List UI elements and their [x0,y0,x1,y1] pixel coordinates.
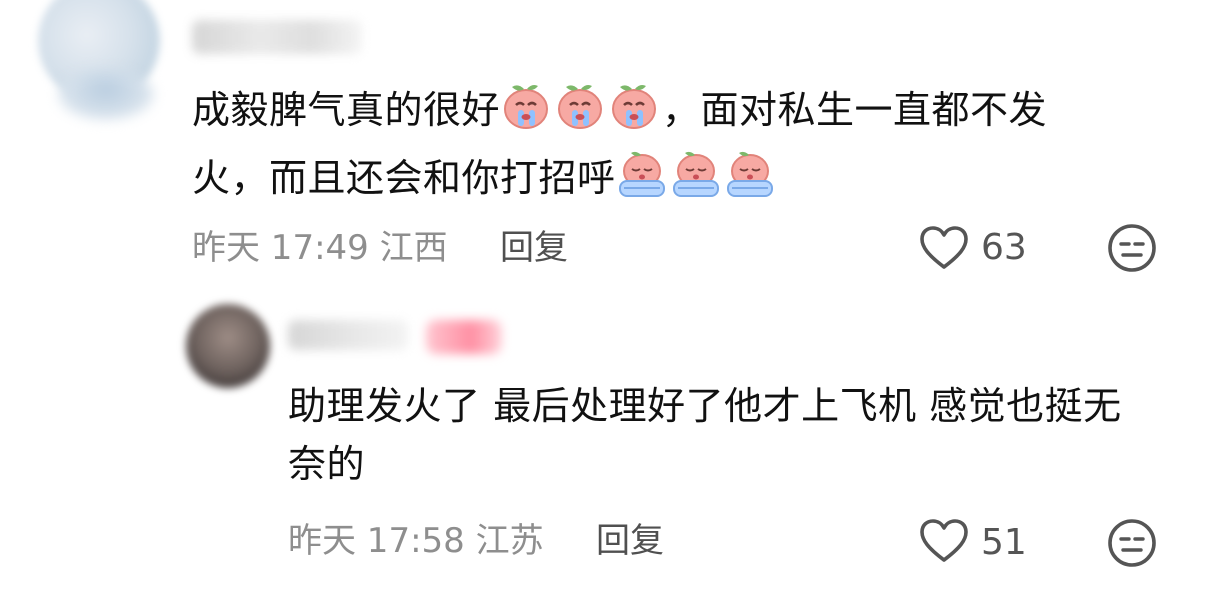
comment-location: 江苏 [475,521,544,561]
meh-face-icon[interactable] [1106,222,1158,274]
comment-meta: 昨天 17:58 江苏 [288,521,544,561]
sobbing-peach-icon [616,147,668,215]
crying-peach-icon [608,79,660,147]
heart-outline-icon[interactable] [918,225,970,271]
comment-time: 昨天 17:58 [288,521,465,561]
like-count: 63 [981,227,1027,268]
like-count: 51 [981,522,1027,563]
reply-button[interactable]: 回复 [596,521,664,561]
comment-meta: 昨天 17:49 江西 [192,228,448,268]
sobbing-peach-icon [670,147,722,215]
comment-text: 成毅脾气真的很好 ，面对私生一直都不发火，而且还会和你打招呼 [192,79,1122,215]
crying-peach-icon [500,79,552,147]
crying-peach-icon [554,79,606,147]
meh-face-icon[interactable] [1106,517,1158,569]
comment-text: 助理发火了 最后处理好了他才上飞机 感觉也挺无奈的 [288,384,1122,486]
comment-time: 昨天 17:49 [192,228,369,268]
avatar[interactable] [186,304,270,388]
reply-button[interactable]: 回复 [500,228,568,268]
user-badge-blurred [426,320,502,354]
username-blurred[interactable] [192,20,362,54]
comment-location: 江西 [379,228,448,268]
avatar-shadow [58,70,154,120]
heart-outline-icon[interactable] [918,518,970,564]
sobbing-peach-icon [724,147,776,215]
username-blurred[interactable] [288,320,408,350]
comment-text-part: 成毅脾气真的很好 [192,88,501,132]
